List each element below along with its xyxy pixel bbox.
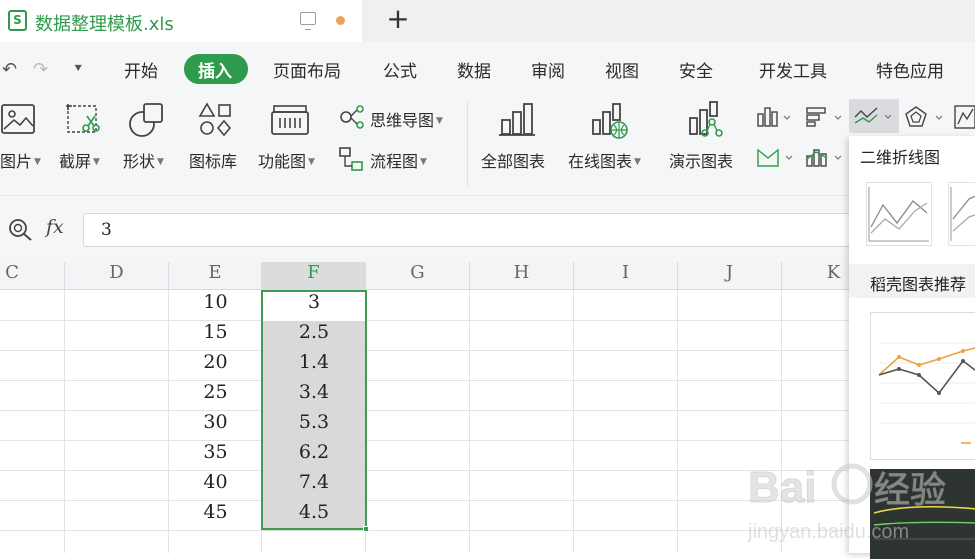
formula-bar: fx 3 (0, 196, 975, 262)
line-chart-preview-icon (868, 187, 929, 242)
menu-data[interactable]: 数据 (457, 57, 491, 82)
unsaved-indicator (336, 16, 345, 25)
cell-e[interactable]: 25 (169, 381, 262, 411)
stacked-line-chart-preview-icon (950, 187, 975, 241)
spreadsheet-file-icon: S (8, 10, 27, 31)
mindmap-button[interactable]: 思维导图 ▼ (370, 107, 443, 131)
demo-charts-button[interactable]: 演示图表 (669, 148, 733, 172)
panel-title: 二维折线图 (860, 148, 941, 167)
column-header-d[interactable]: D (65, 262, 169, 290)
menu-formulas[interactable]: 公式 (383, 57, 417, 82)
menu-page-layout[interactable]: 页面布局 (273, 57, 341, 82)
column-header-bar: C D E F G H I J K (0, 262, 975, 290)
zoom-icon[interactable] (8, 218, 34, 242)
stacked-line-chart-thumbnail[interactable] (948, 182, 975, 246)
column-header-e[interactable]: E (169, 262, 262, 290)
line-chart-button[interactable] (849, 99, 899, 133)
gridline (64, 290, 65, 553)
ribbon-divider (467, 102, 468, 188)
menu-developer[interactable]: 开发工具 (759, 57, 827, 82)
menu-bar: ↶ ↷ ⯆ 开始 插入 页面布局 公式 数据 审阅 视图 安全 开发工具 特色应… (0, 42, 975, 94)
radar-chart-icon[interactable] (904, 106, 946, 128)
demo-charts-icon[interactable] (686, 100, 726, 140)
shapes-icon[interactable] (128, 102, 166, 138)
title-bar: S 数据整理模板.xls + (0, 0, 975, 42)
fill-handle[interactable] (363, 526, 369, 532)
menu-insert[interactable]: 插入 (198, 57, 232, 82)
gridline (677, 290, 678, 553)
online-charts-button[interactable]: 在线图表 ▼ (568, 148, 641, 172)
svg-text:Bai: Bai (748, 463, 816, 512)
menu-home[interactable]: 开始 (124, 57, 158, 82)
recommended-line-chart-preview (878, 342, 975, 444)
insert-function-button[interactable]: fx (46, 216, 64, 238)
column-header-h[interactable]: H (470, 262, 574, 290)
formula-input[interactable]: 3 (83, 213, 863, 247)
column-header-j[interactable]: J (678, 262, 782, 290)
recommended-chart-card[interactable] (870, 312, 975, 460)
cell-e[interactable]: 30 (169, 411, 262, 441)
column-header-i[interactable]: I (574, 262, 678, 290)
recommend-section-header: 稻壳图表推荐 (849, 264, 975, 298)
screenshot-icon[interactable] (64, 102, 102, 136)
quick-access-dropdown-icon[interactable]: ⯆ (73, 62, 83, 77)
file-tab[interactable]: S 数据整理模板.xls (0, 0, 362, 42)
menu-security[interactable]: 安全 (679, 57, 713, 82)
cell-e[interactable]: 20 (169, 351, 262, 381)
new-tab-button[interactable]: + (385, 4, 411, 36)
gridline (469, 290, 470, 553)
recommend-section-label: 稻壳图表推荐 (870, 275, 967, 294)
cell-e[interactable]: 45 (169, 501, 262, 531)
gridline (0, 410, 975, 411)
monitor-icon[interactable] (300, 12, 316, 30)
column-header-g[interactable]: G (366, 262, 470, 290)
icon-library-button[interactable]: 图标库 (189, 148, 237, 172)
menu-review[interactable]: 审阅 (531, 57, 565, 82)
svg-text:经验: 经验 (874, 470, 946, 511)
line-chart-thumbnail[interactable] (866, 182, 932, 246)
area-chart-icon[interactable] (756, 146, 796, 168)
cell-e[interactable]: 10 (169, 291, 262, 321)
gridline (0, 380, 975, 381)
menu-features[interactable]: 特色应用 (876, 57, 944, 82)
redo-icon[interactable]: ↷ (33, 59, 48, 80)
combo-chart-icon[interactable] (805, 146, 843, 168)
picture-button[interactable]: 图片 ▼ (0, 148, 41, 172)
shapes-button[interactable]: 形状 ▼ (123, 148, 164, 172)
file-name: 数据整理模板.xls (35, 14, 174, 35)
flowchart-button[interactable]: 流程图 ▼ (370, 148, 427, 172)
all-charts-button[interactable]: 全部图表 (481, 148, 545, 172)
bar-chart-icon[interactable] (805, 106, 843, 128)
selection-range (261, 290, 367, 530)
line-chart-icon (854, 107, 892, 124)
cell-e[interactable]: 40 (169, 471, 262, 501)
column-chart-icon[interactable] (756, 106, 792, 128)
gridline (573, 290, 574, 553)
baidu-jingyan-watermark: Bai 经验 jingyan.baidu.com (747, 463, 947, 544)
cell-e[interactable]: 15 (169, 321, 262, 351)
all-charts-icon[interactable] (498, 100, 536, 138)
svg-text:jingyan.baidu.com: jingyan.baidu.com (747, 521, 909, 543)
mindmap-icon[interactable] (338, 104, 366, 130)
cell-e[interactable]: 35 (169, 441, 262, 471)
icon-library-icon[interactable] (198, 102, 234, 138)
insert-ribbon: 图片 ▼ 截屏 ▼ 形状 ▼ 图标库 功能图 ▼ 思维导图 ▼ 流程图 ▼ 全部… (0, 94, 975, 196)
online-charts-icon[interactable] (590, 100, 630, 140)
stock-chart-icon[interactable] (954, 104, 975, 130)
flowchart-icon[interactable] (338, 146, 366, 172)
column-header-c[interactable]: C (0, 262, 65, 290)
undo-icon[interactable]: ↶ (2, 59, 17, 80)
picture-icon[interactable] (0, 102, 36, 136)
column-header-f[interactable]: F (262, 262, 366, 290)
menu-view[interactable]: 视图 (605, 57, 639, 82)
gridline (0, 350, 975, 351)
function-chart-icon[interactable] (270, 102, 310, 138)
screenshot-button[interactable]: 截屏 ▼ (59, 148, 100, 172)
gridline (0, 320, 975, 321)
function-chart-button[interactable]: 功能图 ▼ (258, 148, 315, 172)
